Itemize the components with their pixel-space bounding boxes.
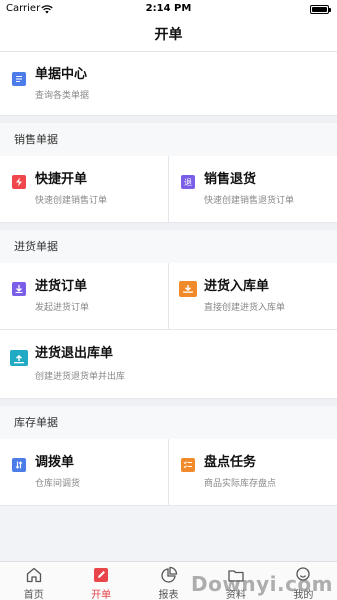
stocktake-subtitle: 商品实际库存盘点: [204, 479, 277, 489]
quick-order-cell[interactable]: 快捷开单 快速创建销售订单: [0, 156, 168, 222]
sales-return-cell[interactable]: 退 销售退货 快速创建销售退货订单: [168, 156, 337, 222]
status-bar: Carrier 2:14 PM: [0, 0, 337, 20]
document-icon: [12, 72, 26, 86]
transfer-title: 调拨单: [35, 455, 75, 470]
transfer-subtitle: 仓库间调货: [35, 479, 81, 489]
bill-center-cell: 单据中心 查询各类单据: [0, 52, 337, 116]
section-gap: [0, 223, 337, 230]
section-title-sales: 销售单据: [0, 123, 337, 156]
return-icon: 退: [181, 175, 195, 189]
section-gap: [0, 399, 337, 406]
purchase-return-cell[interactable]: 进货退出库单 创建进货退货单并出库: [0, 330, 337, 398]
edit-icon: [94, 568, 109, 582]
lightning-icon: [12, 175, 26, 189]
pie-chart-icon: [160, 566, 177, 583]
sales-return-subtitle: 快速创建销售退货订单: [204, 196, 295, 206]
sales-row: 快捷开单 快速创建销售订单 退 销售退货 快速创建销售退货订单: [0, 156, 337, 223]
transfer-cell[interactable]: 调拨单 仓库间调货: [0, 439, 168, 505]
stocktake-cell[interactable]: 盘点任务 商品实际库存盘点: [168, 439, 337, 505]
quick-order-title: 快捷开单: [35, 172, 88, 187]
purchase-order-subtitle: 发起进货订单: [35, 303, 90, 313]
sales-return-title: 销售退货: [204, 172, 257, 187]
purchase-inbound-subtitle: 直接创建进货入库单: [204, 303, 286, 313]
stocktake-title: 盘点任务: [204, 455, 257, 470]
outbound-box-icon: [10, 350, 28, 366]
purchase-return-subtitle: 创建进货退货单并出库: [35, 372, 126, 382]
return-icon-glyph: 退: [184, 177, 192, 187]
purchase-return-row: 进货退出库单 创建进货退货单并出库: [0, 330, 337, 399]
quick-order-subtitle: 快速创建销售订单: [35, 196, 108, 206]
inventory-row: 调拨单 仓库间调货 盘点任务 商品实际库存盘点: [0, 439, 337, 506]
tab-home[interactable]: 首页: [0, 562, 67, 600]
tab-order-label: 开单: [91, 590, 112, 600]
purchase-order-cell[interactable]: 进货订单 发起进货订单: [0, 263, 168, 329]
tab-order[interactable]: 开单: [67, 562, 134, 600]
section-gap: [0, 116, 337, 123]
page-title: 开单: [0, 20, 337, 52]
purchase-order-title: 进货订单: [35, 279, 88, 294]
main-content: 单据中心 查询各类单据 销售单据 快捷开单 快速创建销售订单 退 销售退货 快速…: [0, 52, 337, 506]
bill-center-subtitle: 查询各类单据: [35, 91, 90, 101]
purchase-inbound-cell[interactable]: 进货入库单 直接创建进货入库单: [168, 263, 337, 329]
bill-center-title: 单据中心: [35, 67, 88, 82]
tab-home-label: 首页: [23, 590, 44, 600]
section-title-inventory: 库存单据: [0, 406, 337, 439]
purchase-return-title: 进货退出库单: [35, 346, 114, 361]
download-icon: [12, 282, 26, 296]
home-icon: [26, 567, 41, 583]
clock: 2:14 PM: [145, 3, 192, 14]
battery-icon: [310, 5, 331, 14]
watermark: Downyi.com: [191, 572, 333, 596]
inbound-box-icon: [179, 281, 197, 297]
checklist-icon: [181, 458, 195, 472]
purchase-inbound-title: 进货入库单: [204, 279, 270, 294]
section-title-purchase: 进货单据: [0, 230, 337, 263]
purchase-row: 进货订单 发起进货订单 进货入库单 直接创建进货入库单: [0, 263, 337, 330]
bill-center-row[interactable]: 单据中心 查询各类单据: [0, 52, 337, 116]
transfer-icon: [12, 458, 26, 472]
